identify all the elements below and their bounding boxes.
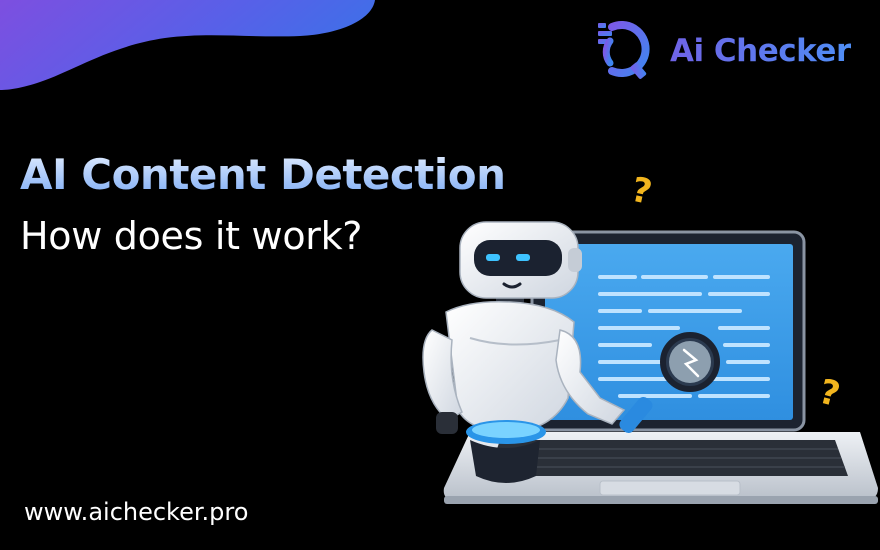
svg-text:?: ? [815, 372, 844, 416]
question-mark-icon: ? [815, 372, 844, 416]
svg-text:?: ? [628, 170, 656, 213]
robot-laptop-illustration: ? ? [422, 170, 878, 504]
question-mark-icon: ? [628, 170, 656, 213]
banner: Ai Checker AI Content Detection How does… [0, 0, 880, 550]
